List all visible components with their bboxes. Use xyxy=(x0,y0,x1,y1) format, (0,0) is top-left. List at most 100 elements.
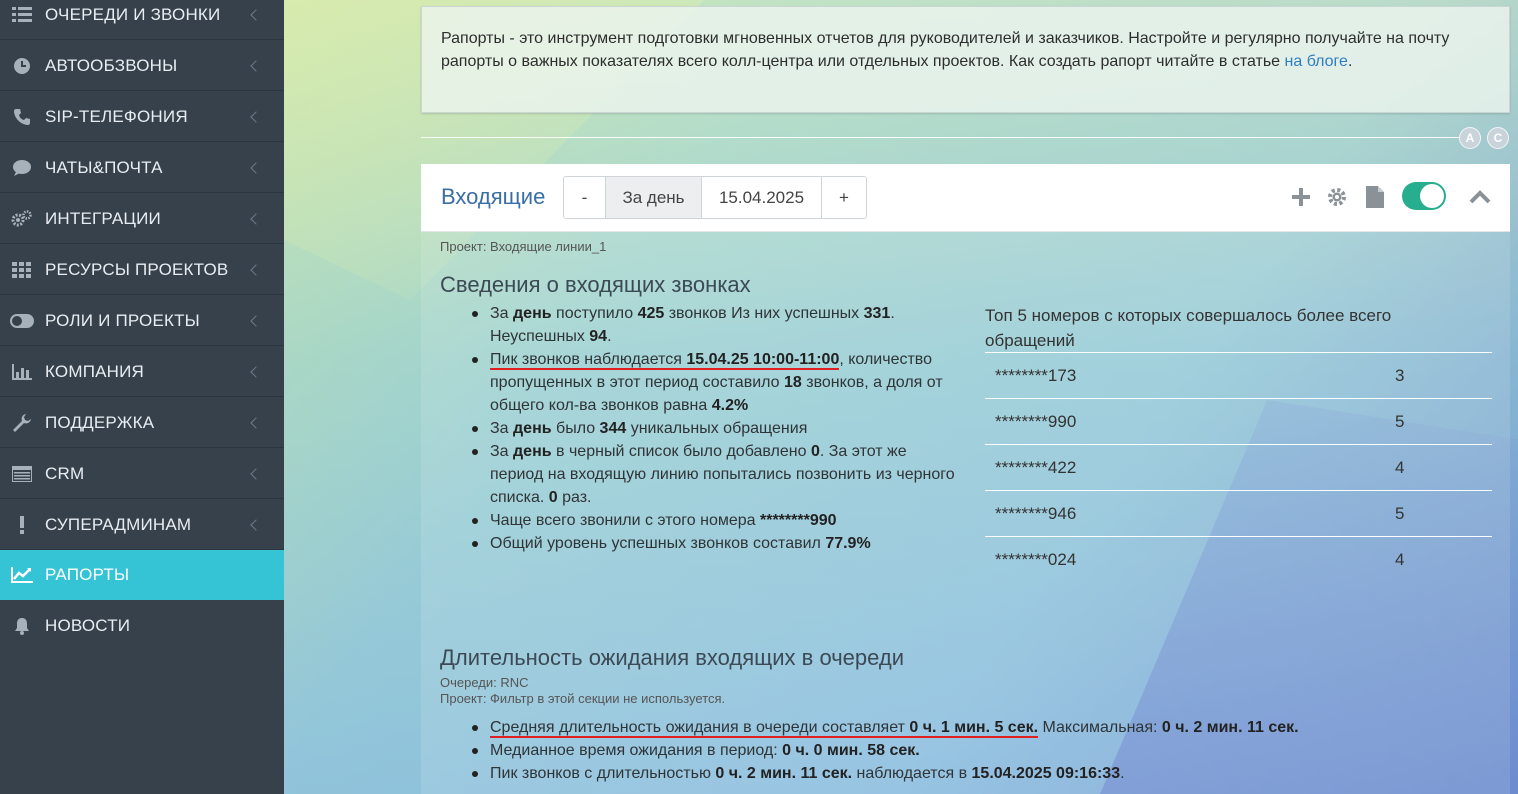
sidebar-item-label: SIP-ТЕЛЕФОНИЯ xyxy=(45,106,188,126)
chevron-left-icon xyxy=(250,467,262,480)
list-item: Пик звонков наблюдается 15.04.25 10:00-1… xyxy=(440,348,960,417)
avg-wait-underline: Средняя длительность ожидания в очереди … xyxy=(490,719,1039,738)
blog-link[interactable]: на блоге xyxy=(1285,53,1348,70)
exclamation-icon xyxy=(10,515,34,535)
phone-number: ********173 xyxy=(995,365,1077,385)
bar-chart-icon xyxy=(10,362,34,382)
project-filter-label: Проект: Фильтр в этой секции не использу… xyxy=(440,691,726,706)
sidebar-item-label: РЕСУРСЫ ПРОЕКТОВ xyxy=(45,259,229,279)
sidebar-item-roles[interactable]: РОЛИ И ПРОЕКТЫ xyxy=(0,296,284,346)
section-title-incoming: Сведения о входящих звонках xyxy=(440,272,751,297)
sidebar-item-label: CRM xyxy=(45,463,85,483)
queues-label: Очереди: RNC xyxy=(440,675,529,690)
sidebar-item-label: КОМПАНИЯ xyxy=(45,361,145,381)
sidebar-item-sip[interactable]: SIP-ТЕЛЕФОНИЯ xyxy=(0,92,284,142)
list-item: Средняя длительность ожидания в очереди … xyxy=(440,716,1500,739)
sidebar-item-superadmins[interactable]: СУПЕРАДМИНАМ xyxy=(0,500,284,550)
chevron-left-icon xyxy=(250,416,262,429)
list-item: За день было 344 уникальных обращения xyxy=(440,417,960,440)
prev-period-button[interactable]: - xyxy=(564,177,606,218)
list-item: За день поступило 425 звонков Из них усп… xyxy=(440,302,960,348)
sidebar-item-company[interactable]: КОМПАНИЯ xyxy=(0,347,284,397)
top5-table: ********173 3 ********990 5 ********422 4 *… xyxy=(985,352,1492,583)
sidebar: ОЧЕРЕДИ И ЗВОНКИ АВТООБЗВОНЫ SIP-ТЕЛЕФОН… xyxy=(0,0,284,794)
toggle-knob xyxy=(1420,184,1444,208)
next-period-button[interactable]: + xyxy=(822,177,866,218)
list-icon xyxy=(10,5,34,25)
circle-a-button[interactable]: A xyxy=(1459,127,1481,149)
grid-icon xyxy=(10,260,34,280)
waiting-stats-list: Средняя длительность ожидания в очереди … xyxy=(440,716,1500,785)
chevron-left-icon xyxy=(250,314,262,327)
line-chart-icon xyxy=(10,565,34,585)
list-item: За день в черный список было добавлено 0… xyxy=(440,440,960,509)
sidebar-item-queues[interactable]: ОЧЕРЕДИ И ЗВОНКИ xyxy=(0,0,284,40)
wrench-icon xyxy=(10,413,34,433)
sidebar-item-resources[interactable]: РЕСУРСЫ ПРОЕКТОВ xyxy=(0,245,284,295)
list-item: Чаще всего звонили с этого номера ******… xyxy=(440,509,960,532)
info-text-end: . xyxy=(1347,53,1353,70)
report-panel-header: Входящие - За день 15.04.2025 + xyxy=(421,164,1510,232)
chevron-left-icon xyxy=(250,518,262,531)
project-label: Проект: Входящие линии_1 xyxy=(440,239,607,254)
date-selector: - За день 15.04.2025 + xyxy=(563,176,867,219)
info-box: Рапорты - это инструмент подготовки мгно… xyxy=(421,6,1510,113)
plus-icon[interactable] xyxy=(1288,184,1314,210)
phone-number: ********990 xyxy=(995,411,1077,431)
list-item: Медианное время ожидания в период: 0 ч. … xyxy=(440,739,1500,762)
phone-number: ********422 xyxy=(995,457,1077,477)
sidebar-item-label: ЧАТЫ&ПОЧТА xyxy=(45,157,163,177)
sidebar-item-label: НОВОСТИ xyxy=(45,616,131,635)
table-row: ********173 3 xyxy=(985,353,1492,399)
chevron-left-icon xyxy=(250,8,262,21)
sidebar-item-label: СУПЕРАДМИНАМ xyxy=(45,514,192,534)
peak-underline: Пик звонков наблюдается 15.04.25 10:00-1… xyxy=(490,351,840,370)
phone-number: ********946 xyxy=(995,503,1077,523)
chat-icon xyxy=(10,158,34,178)
bell-icon xyxy=(10,616,34,636)
top5-title: Топ 5 номеров с которых совершалось боле… xyxy=(985,306,1392,350)
list-item: Общий уровень успешных звонков составил … xyxy=(440,532,960,555)
table-row: ********946 5 xyxy=(985,491,1492,537)
phone-number: ********024 xyxy=(995,550,1077,569)
panel-title: Входящие xyxy=(441,184,546,209)
enable-toggle[interactable] xyxy=(1402,182,1446,210)
chevron-left-icon xyxy=(250,161,262,174)
sidebar-item-integrations[interactable]: ИНТЕГРАЦИИ xyxy=(0,194,284,244)
sidebar-item-label: РОЛИ И ПРОЕКТЫ xyxy=(45,310,200,330)
table-icon xyxy=(10,464,34,484)
sidebar-item-chats[interactable]: ЧАТЫ&ПОЧТА xyxy=(0,143,284,193)
table-row: ********422 4 xyxy=(985,445,1492,491)
date-input[interactable]: 15.04.2025 xyxy=(702,177,822,218)
chevron-left-icon xyxy=(250,110,262,123)
list-item: Пик звонков с длительностью 0 ч. 2 мин. … xyxy=(440,762,1500,785)
phone-icon xyxy=(10,107,34,127)
sidebar-item-label: РАПОРТЫ xyxy=(45,565,130,584)
sidebar-item-label: АВТООБЗВОНЫ xyxy=(45,55,178,75)
chevron-left-icon xyxy=(250,263,262,276)
sidebar-item-crm[interactable]: CRM xyxy=(0,449,284,499)
cogs-icon xyxy=(10,209,34,229)
clock-icon xyxy=(10,56,34,76)
sidebar-item-reports[interactable]: РАПОРТЫ xyxy=(0,550,284,600)
sidebar-item-autodial[interactable]: АВТООБЗВОНЫ xyxy=(0,41,284,91)
toggle-icon xyxy=(10,311,34,331)
gear-icon[interactable] xyxy=(1324,184,1350,210)
chevron-left-icon xyxy=(250,212,262,225)
sidebar-item-label: ИНТЕГРАЦИИ xyxy=(45,208,161,228)
sidebar-item-label: ПОДДЕРЖКА xyxy=(45,412,155,432)
circle-c-button[interactable]: C xyxy=(1487,127,1509,149)
sidebar-item-news[interactable]: НОВОСТИ xyxy=(0,601,284,651)
period-select[interactable]: За день xyxy=(606,177,702,218)
table-row: ********024 4 xyxy=(985,537,1492,583)
divider xyxy=(421,137,1471,138)
chevron-left-icon xyxy=(250,365,262,378)
file-icon[interactable] xyxy=(1362,184,1388,210)
section-title-waiting: Длительность ожидания входящих в очереди xyxy=(440,645,905,670)
sidebar-item-label: ОЧЕРЕДИ И ЗВОНКИ xyxy=(45,4,221,24)
sidebar-item-support[interactable]: ПОДДЕРЖКА xyxy=(0,398,284,448)
chevron-left-icon xyxy=(250,59,262,72)
incoming-stats-list: За день поступило 425 звонков Из них усп… xyxy=(440,302,960,555)
table-row: ********990 5 xyxy=(985,399,1492,445)
chevron-up-icon[interactable] xyxy=(1467,184,1493,210)
